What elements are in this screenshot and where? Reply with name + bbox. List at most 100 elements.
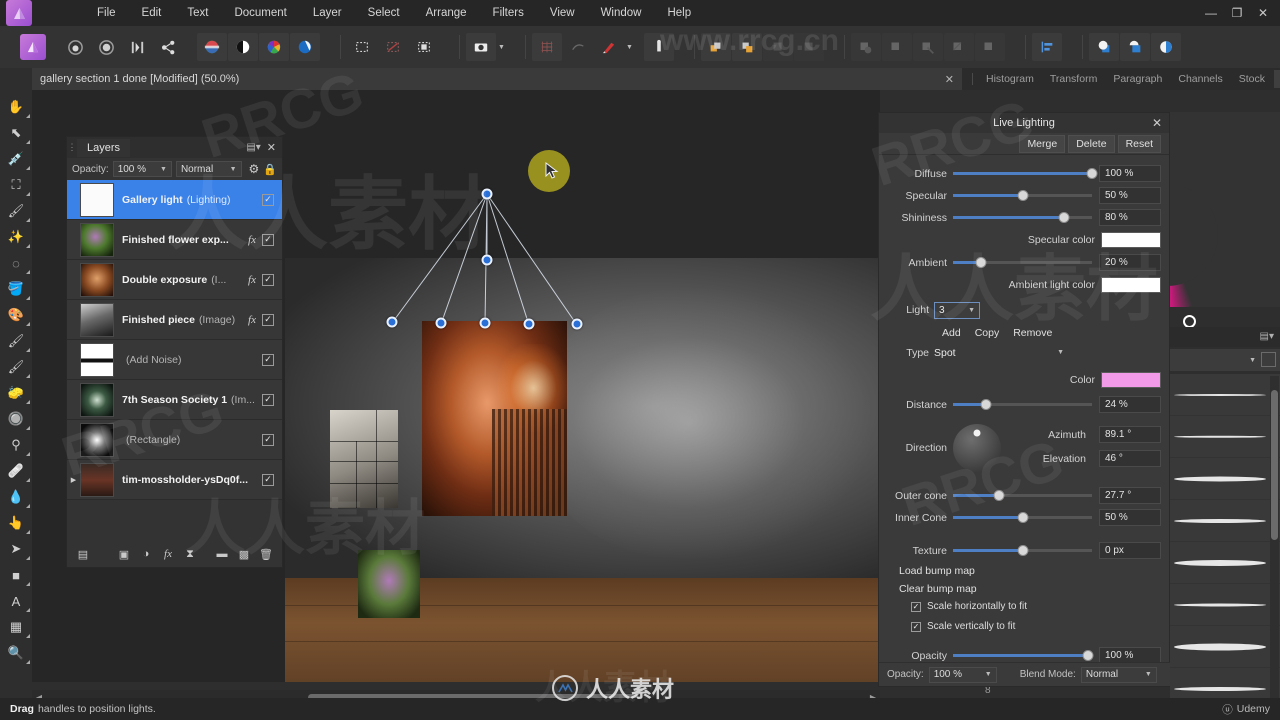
gear-icon[interactable]: ⚙ — [249, 162, 260, 176]
distance-slider[interactable] — [953, 398, 1092, 412]
expand-arrow-icon[interactable]: ▶ — [67, 476, 80, 484]
duplicate-icon[interactable]: ▩ — [234, 544, 254, 564]
divide-icon[interactable] — [943, 33, 974, 61]
blend-2-icon[interactable] — [1119, 33, 1150, 61]
load-bump-map-button[interactable]: Load bump map — [887, 562, 1161, 580]
align-icon[interactable] — [762, 33, 793, 61]
fx-icon[interactable]: fx — [248, 274, 256, 286]
menu-item-arrange[interactable]: Arrange — [413, 3, 480, 23]
distribute-icon[interactable] — [793, 33, 824, 61]
light-handle-4[interactable] — [523, 318, 535, 330]
marquee-tool[interactable]: ◌ — [0, 250, 32, 276]
pin-icon[interactable] — [643, 33, 674, 61]
blur-tool[interactable]: 💧 — [0, 484, 32, 510]
layer-list[interactable]: Gallery light (Lighting) ✓ Finished flower … — [67, 180, 282, 541]
delete-icon[interactable]: 🗑 — [256, 544, 276, 564]
mesh-warp-tool[interactable]: ▦ — [0, 614, 32, 640]
clone-brush-tool[interactable]: ⚲ — [0, 432, 32, 458]
tab-channels[interactable]: Channels — [1171, 70, 1229, 88]
erase-brush-tool[interactable]: 🧽 — [0, 380, 32, 406]
liquify-brush-icon[interactable] — [594, 33, 624, 61]
brush-category-selector[interactable]: ▼ — [1170, 349, 1280, 371]
fx-icon[interactable]: fx — [158, 544, 178, 564]
color-wheel-icon[interactable] — [259, 33, 289, 61]
outer-cone-slider[interactable] — [953, 489, 1092, 503]
live-filter-icon[interactable]: ⧗ — [180, 544, 200, 564]
tab-color[interactable]: Color — [1274, 70, 1280, 88]
scale-horizontally-checkbox[interactable]: ✓ — [911, 601, 921, 612]
light-handle-2[interactable] — [435, 317, 447, 329]
opacity-combo[interactable]: 100 % ▼ — [112, 161, 172, 177]
table-row[interactable]: ▶ tim-mossholder-ysDq0f... ✓ — [67, 460, 282, 500]
combine-icon[interactable] — [974, 33, 1005, 61]
snapshot-icon[interactable] — [466, 33, 496, 61]
close-icon[interactable]: ✕ — [267, 141, 276, 154]
inpainting-tool[interactable]: 🩹 — [0, 458, 32, 484]
type-dropdown[interactable]: Spot ▼ — [934, 344, 1064, 361]
table-row[interactable]: Gallery light (Lighting) ✓ — [67, 180, 282, 220]
export-persona-icon[interactable] — [153, 33, 183, 61]
table-row[interactable]: 7th Season Society 1 (Im... ✓ — [67, 380, 282, 420]
layer-visibility-checkbox[interactable]: ✓ — [262, 233, 274, 246]
light-handle-center[interactable] — [481, 254, 493, 266]
affinity-photo-icon[interactable] — [6, 0, 32, 26]
menu-item-text[interactable]: Text — [174, 3, 221, 23]
gradient-tool[interactable]: 🎨 — [0, 302, 32, 328]
folder-icon[interactable]: ▬ — [212, 544, 232, 564]
dodge-tool[interactable]: 🔘 — [0, 406, 32, 432]
menu-item-edit[interactable]: Edit — [129, 3, 175, 23]
opacity-slider[interactable] — [953, 649, 1094, 663]
specular-color-swatch[interactable] — [1101, 231, 1161, 248]
snapshot-dropdown-icon[interactable]: ▼ — [498, 44, 505, 51]
remove-light-button[interactable]: Remove — [1013, 327, 1052, 339]
layer-visibility-checkbox[interactable]: ✓ — [262, 473, 274, 486]
zoom-tool[interactable]: 🔍 — [0, 640, 32, 666]
specular-slider[interactable] — [953, 189, 1092, 203]
pixel-tool[interactable]: 🖌 — [0, 354, 32, 380]
adjustment-icon[interactable] — [197, 33, 227, 61]
crop-tool[interactable]: ⛶ — [0, 172, 32, 198]
table-row[interactable]: Finished flower exp... fx ✓ — [67, 220, 282, 260]
clear-bump-map-button[interactable]: Clear bump map — [887, 580, 1161, 598]
fx-icon[interactable]: fx — [248, 234, 256, 246]
texture-value[interactable]: 0 px — [1099, 542, 1161, 559]
brush-stroke-item[interactable] — [1170, 458, 1280, 500]
diffuse-value[interactable]: 100 % — [1099, 165, 1161, 182]
liquify-dropdown-icon[interactable]: ▼ — [626, 44, 633, 51]
persona-photo-icon[interactable] — [20, 34, 46, 60]
liquify-persona-icon[interactable] — [60, 33, 90, 61]
brush-stroke-item[interactable] — [1170, 542, 1280, 584]
footer-opacity-combo[interactable]: 100 % ▼ — [928, 666, 997, 683]
azimuth-value[interactable]: 89.1 ° — [1099, 426, 1161, 443]
add-light-button[interactable]: Add — [942, 327, 961, 339]
texture-slider[interactable] — [953, 544, 1092, 558]
scale-vertically-checkbox[interactable]: ✓ — [911, 621, 921, 632]
delete-button[interactable]: Delete — [1068, 134, 1115, 153]
inner-cone-value[interactable]: 50 % — [1099, 509, 1161, 526]
add-icon[interactable] — [850, 33, 881, 61]
table-row[interactable]: (Rectangle) ✓ — [67, 420, 282, 460]
tab-histogram[interactable]: Histogram — [979, 70, 1041, 88]
inner-cone-slider[interactable] — [953, 511, 1092, 525]
mesh-icon[interactable] — [563, 33, 593, 61]
grid-icon[interactable] — [531, 33, 562, 61]
menu-item-select[interactable]: Select — [355, 3, 413, 23]
layers-stack-icon[interactable]: ▤ — [73, 544, 93, 564]
panel-menu-icon[interactable]: ▤▾ — [246, 142, 260, 153]
adjustment-icon[interactable]: ◑ — [136, 544, 156, 564]
node-tool[interactable]: ➤ — [0, 536, 32, 562]
tab-stock[interactable]: Stock — [1232, 70, 1272, 88]
menu-item-help[interactable]: Help — [654, 3, 704, 23]
move-up-icon[interactable] — [700, 33, 731, 61]
layer-visibility-checkbox[interactable]: ✓ — [262, 433, 274, 446]
ambient-slider[interactable] — [953, 256, 1092, 270]
table-row[interactable]: Double exposure (I... fx ✓ — [67, 260, 282, 300]
brush-preset-icon[interactable] — [1261, 352, 1276, 367]
menu-item-filters[interactable]: Filters — [480, 3, 537, 23]
brush-stroke-item[interactable] — [1170, 416, 1280, 458]
light-handle-5[interactable] — [571, 318, 583, 330]
fill-icon[interactable] — [290, 33, 320, 61]
light-dropdown[interactable]: 3 ▼ — [934, 301, 980, 319]
document-tab[interactable]: gallery section 1 done [Modified] (50.0%… — [32, 68, 962, 90]
mask-icon[interactable]: ▣ — [114, 544, 134, 564]
